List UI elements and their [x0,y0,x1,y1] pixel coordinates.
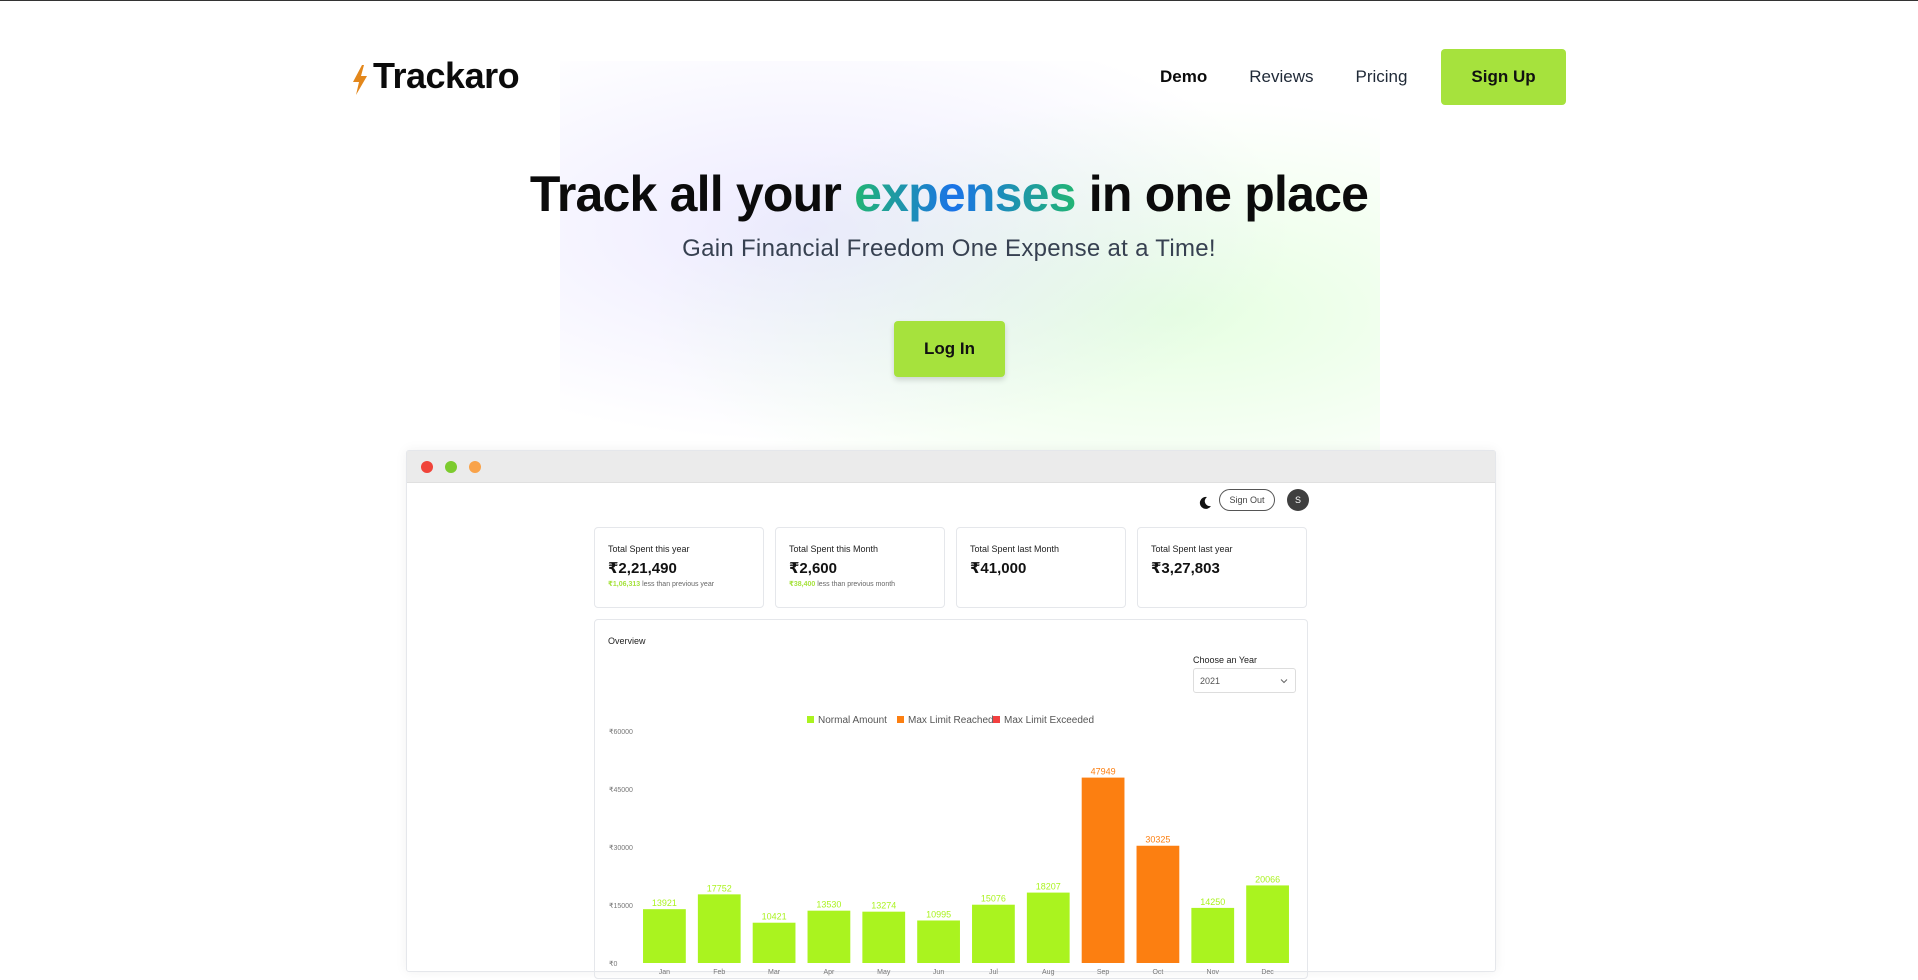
chart-bar [972,904,1015,963]
card-note-text: less than previous year [640,581,715,588]
bar-value-label: 30325 [1145,835,1170,845]
card-note: ₹1,06,313 less than previous year [608,580,750,588]
y-tick-label: ₹30000 [609,844,633,852]
logo-text: Trackaro [373,55,520,96]
x-tick-label: Feb [713,969,725,976]
browser-title-bar [407,451,1495,483]
x-tick-label: Mar [768,969,781,976]
card-value: ₹2,21,490 [608,560,677,577]
legend-swatch [807,716,814,723]
x-tick-label: May [877,969,891,976]
card-label: Total Spent this Month [789,544,879,554]
bar-value-label: 18207 [1036,882,1061,892]
bar-value-label: 13921 [652,898,677,908]
card-label: Total Spent this year [608,544,690,554]
card-note-amount: ₹1,06,313 [608,581,641,588]
card-label: Total Spent last Month [970,544,1060,554]
chart-bar [1081,777,1125,963]
hero-title-highlight: expenses [854,166,1076,222]
legend-label: Max Limit Exceeded [1004,715,1094,726]
card-value: ₹3,27,803 [1151,560,1220,577]
chart-bar [1246,885,1289,963]
stat-card-this-year: Total Spent this year ₹2,21,490 ₹1,06,31… [594,527,764,608]
card-value: ₹41,000 [970,560,1027,577]
chart-bar [1026,892,1070,963]
y-tick-label: ₹15000 [609,902,633,910]
nav-demo[interactable]: Demo [1160,67,1207,87]
chart-bar [1191,907,1235,963]
hero-title: Track all your expenses in one place [0,165,1898,223]
x-tick-label: Dec [1261,969,1274,976]
y-tick-label: ₹0 [609,960,617,968]
window-maximize-dot [445,461,457,473]
chart-bar [807,910,851,963]
chart-bar [697,894,741,963]
chart-bar [752,922,796,963]
y-tick-label: ₹45000 [609,786,633,794]
hero-subtitle: Gain Financial Freedom One Expense at a … [682,235,1216,262]
card-value: ₹2,600 [789,560,837,577]
sign-up-button[interactable]: Sign Up [1441,49,1566,105]
hero-background-glow [560,61,1380,481]
year-select-value: 2021 [1200,676,1221,686]
stat-card-last-month: Total Spent last Month ₹41,000 [956,527,1126,608]
sign-out-button[interactable]: Sign Out [1219,489,1275,511]
stat-card-last-year: Total Spent last year ₹3,27,803 [1137,527,1307,608]
legend-swatch [993,716,1000,723]
hero-title-start: Track all your [529,166,855,222]
bar-value-label: 15076 [981,894,1006,904]
overview-title: Overview [608,636,646,646]
x-tick-label: Sep [1097,969,1110,976]
window-minimize-dot [469,461,481,473]
bar-value-label: 10995 [926,909,951,919]
nav-reviews[interactable]: Reviews [1249,67,1313,87]
bar-value-label: 47949 [1091,767,1116,777]
card-note-amount: ₹38,400 [789,581,816,588]
moon-icon[interactable] [1198,496,1212,510]
x-tick-label: Jul [989,969,998,976]
logo[interactable]: Trackaro [351,55,520,97]
card-note: ₹38,400 less than previous month [789,580,931,588]
window-close-dot [421,461,433,473]
x-tick-label: Nov [1207,969,1220,976]
bar-value-label: 20066 [1255,874,1280,884]
chart-bar [862,911,906,963]
nav-pricing[interactable]: Pricing [1355,67,1407,87]
x-tick-label: Jan [659,969,670,976]
overview-bar-chart: Normal Amount Max Limit Reached Max Limit … [609,715,1289,976]
chart-bar [1136,845,1180,963]
chevron-down-icon [1280,679,1288,684]
x-tick-label: Aug [1042,969,1055,976]
top-nav: Demo Reviews Pricing [1160,49,1449,105]
legend-label: Max Limit Reached [908,715,994,726]
y-tick-label: ₹60000 [609,728,633,736]
dashboard-preview: Sign Out S Total Spent this year ₹2,21,4… [406,450,1496,979]
chart-bar [917,920,960,963]
card-note-text: less than previous month [815,581,896,588]
lightning-icon [353,65,367,95]
stat-card-this-month: Total Spent this Month ₹2,600 ₹38,400 le… [775,527,945,608]
bar-value-label: 14250 [1200,897,1225,907]
bar-value-label: 13274 [871,901,896,911]
legend-swatch [897,716,904,723]
hero-title-end: in one place [1075,166,1369,222]
bar-value-label: 10421 [762,912,787,922]
bar-value-label: 13530 [816,900,841,910]
year-select-label: Choose an Year [1193,655,1258,665]
legend-label: Normal Amount [818,715,887,726]
overview-panel: Overview Choose an Year 2021 Normal Amou… [594,619,1308,979]
card-label: Total Spent last year [1151,544,1233,554]
x-tick-label: Jun [933,969,944,976]
chart-bar [643,909,686,963]
avatar[interactable]: S [1287,489,1309,511]
year-select[interactable]: 2021 [1193,668,1296,693]
bar-value-label: 17752 [707,883,732,893]
x-tick-label: Apr [823,969,835,976]
log-in-button[interactable]: Log In [894,321,1005,377]
x-tick-label: Oct [1152,969,1163,976]
